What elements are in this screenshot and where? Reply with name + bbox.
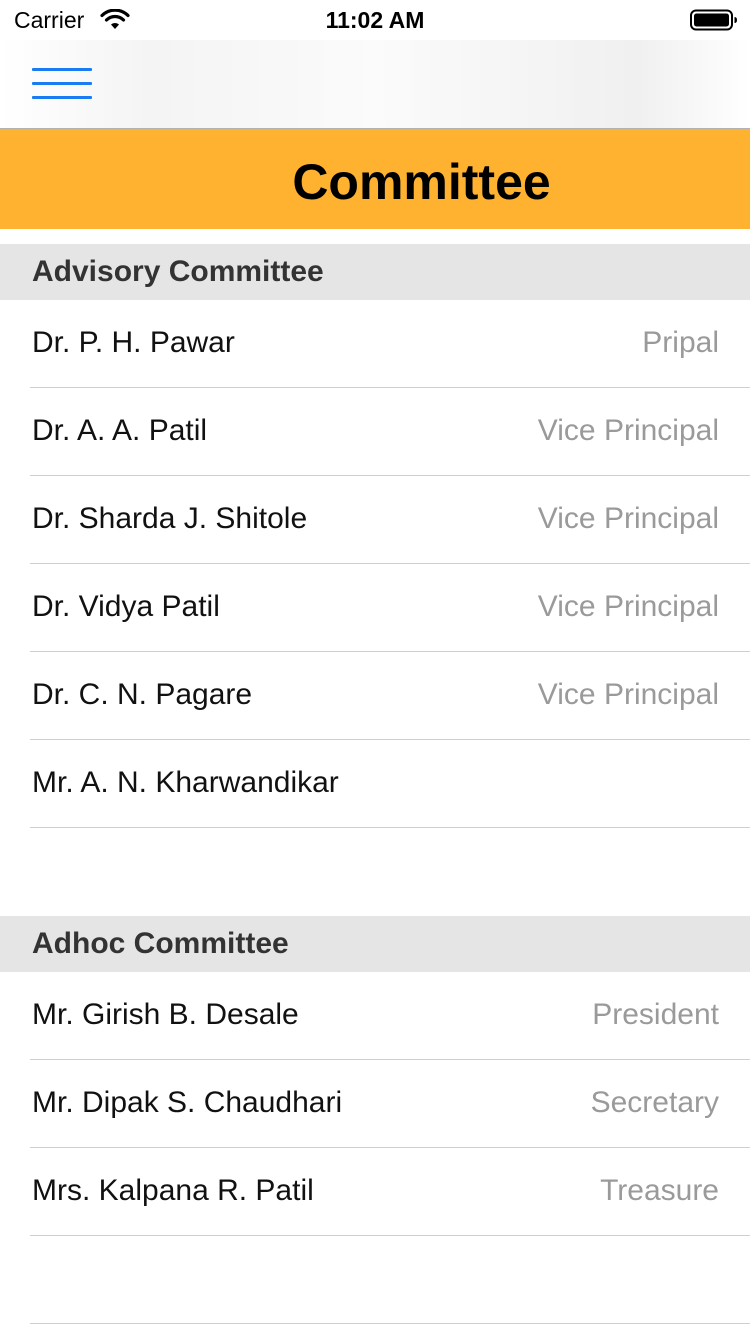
section-header-advisory: Advisory Committee <box>0 244 750 300</box>
list-item[interactable]: Dr. P. H. Pawar Pripal <box>0 300 750 388</box>
status-time: 11:02 AM <box>325 7 425 33</box>
section-header-label: Advisory Committee <box>32 255 324 288</box>
member-role: President <box>592 998 719 1031</box>
member-name: Dr. Vidya Patil <box>32 590 220 623</box>
member-name: Mr. A. N. Kharwandikar <box>32 766 339 799</box>
page-title: Committee <box>292 154 551 210</box>
member-name: Mr. Girish B. Desale <box>32 998 299 1031</box>
list-item[interactable]: Mrs. Kalpana R. Patil Treasure <box>0 1148 750 1236</box>
member-role: Vice Principal <box>537 502 719 535</box>
battery-icon <box>690 9 737 31</box>
member-role: Vice Principal <box>537 414 719 447</box>
member-name: Dr. Sharda J. Shitole <box>32 502 308 535</box>
navigation-bar <box>0 40 750 129</box>
section-header-adhoc: Adhoc Committee <box>0 916 750 972</box>
menu-line <box>32 82 92 85</box>
menu-line <box>32 68 92 71</box>
list-item[interactable]: Dr. C. N. Pagare Vice Principal <box>0 652 750 740</box>
title-banner: Committee <box>0 129 750 229</box>
status-bar: Carrier 11:02 AM <box>0 0 750 40</box>
hamburger-menu-icon[interactable] <box>32 68 92 102</box>
menu-line <box>32 96 92 99</box>
list-item[interactable]: Dr. A. A. Patil Vice Principal <box>0 388 750 476</box>
member-role: Secretary <box>590 1086 719 1119</box>
list-item-empty <box>0 1236 750 1324</box>
member-role: Pripal <box>642 326 719 359</box>
member-name: Dr. P. H. Pawar <box>32 326 235 359</box>
member-name: Dr. C. N. Pagare <box>32 678 253 711</box>
member-role: Vice Principal <box>537 590 719 623</box>
member-role: Vice Principal <box>537 678 719 711</box>
member-name: Mrs. Kalpana R. Patil <box>32 1174 314 1207</box>
section-header-label: Adhoc Committee <box>32 927 289 960</box>
member-role: Treasure <box>600 1174 719 1207</box>
list-item[interactable]: Mr. Girish B. Desale President <box>0 972 750 1060</box>
member-name: Dr. A. A. Patil <box>32 414 208 447</box>
list-item[interactable]: Mr. Dipak S. Chaudhari Secretary <box>0 1060 750 1148</box>
list-item[interactable]: Dr. Vidya Patil Vice Principal <box>0 564 750 652</box>
member-name: Mr. Dipak S. Chaudhari <box>32 1086 343 1119</box>
list-item[interactable]: Mr. A. N. Kharwandikar <box>0 740 750 828</box>
list-item[interactable]: Dr. Sharda J. Shitole Vice Principal <box>0 476 750 564</box>
